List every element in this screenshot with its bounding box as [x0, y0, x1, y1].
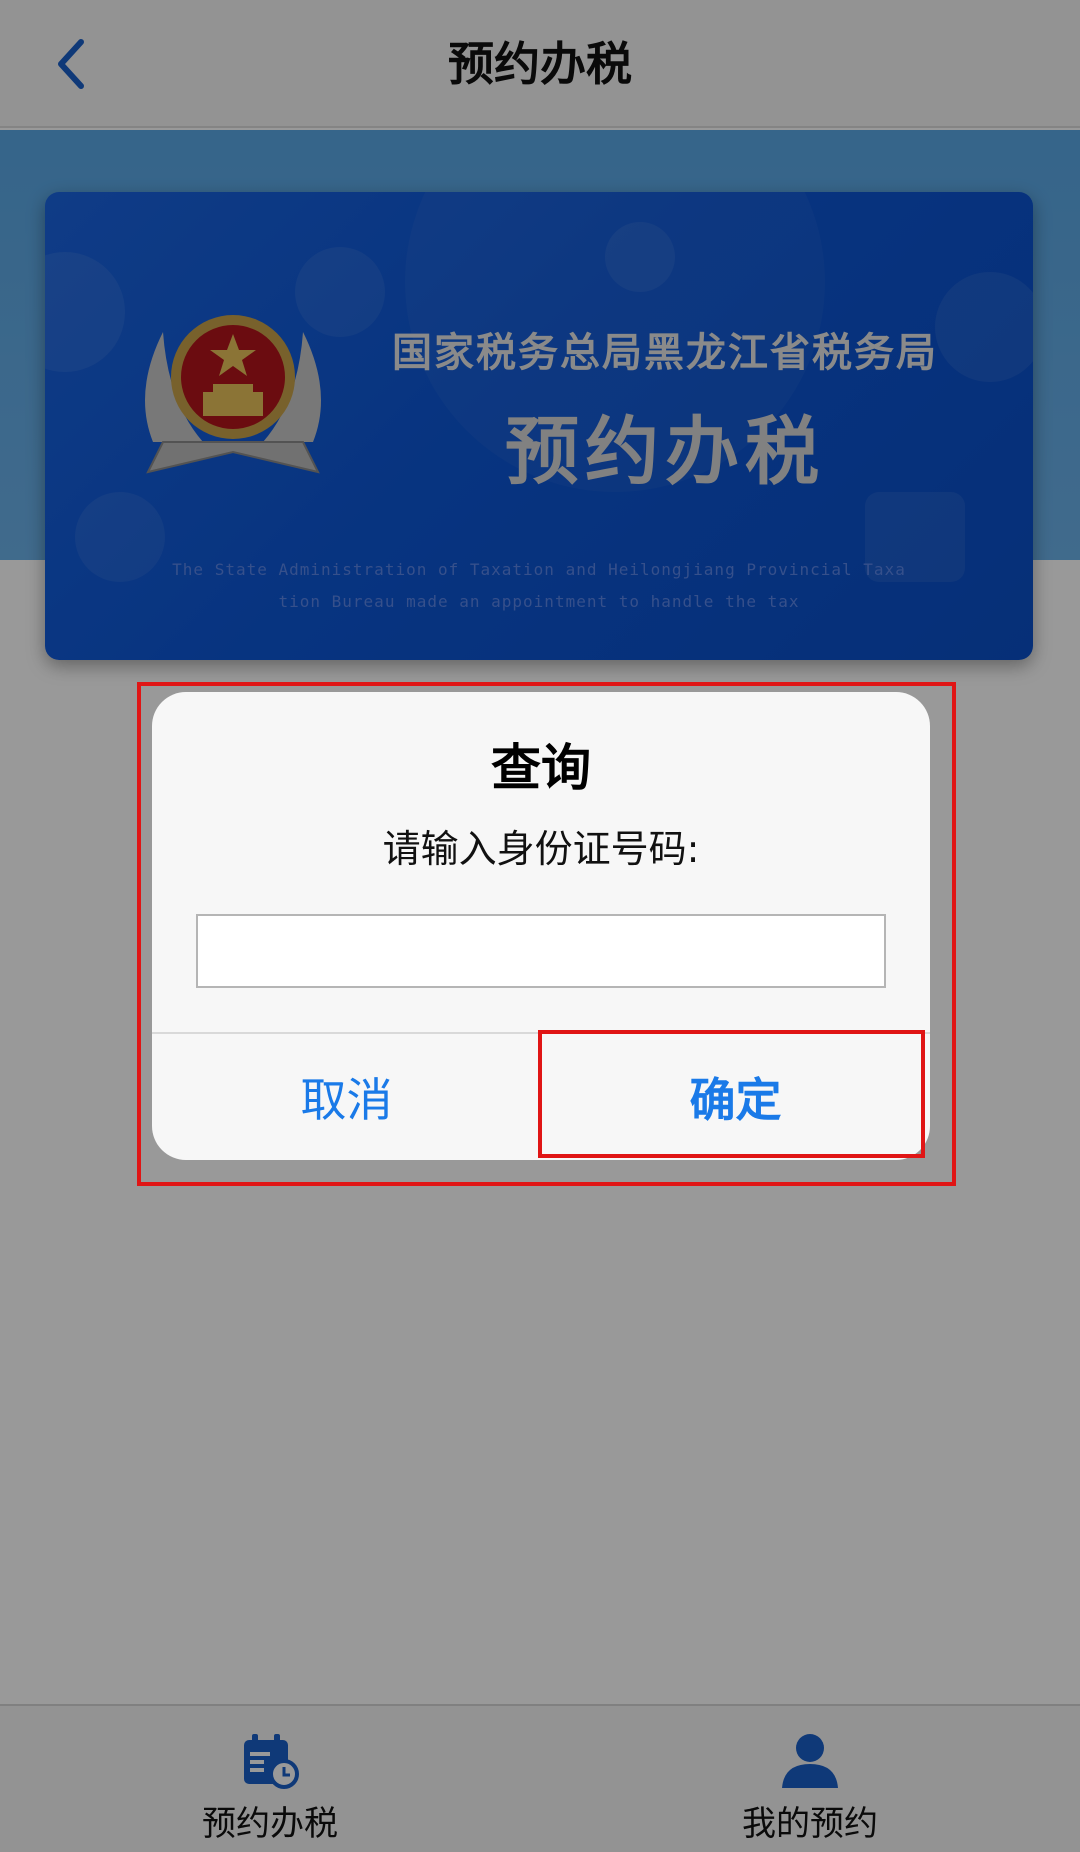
screen: 预约办税 国家税务总局黑龙江省税务局 预约办税 The State Admini… — [0, 0, 1080, 1852]
confirm-highlight-box — [538, 1030, 925, 1158]
